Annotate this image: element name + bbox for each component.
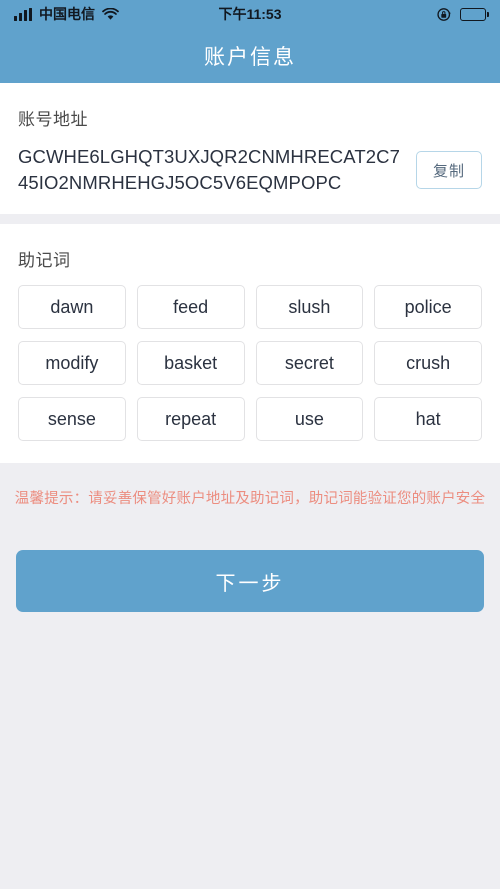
navigation-bar: 账户信息 xyxy=(0,28,500,83)
rotation-lock-icon xyxy=(437,7,452,22)
mnemonic-word-chip[interactable]: slush xyxy=(255,285,364,329)
mnemonic-word-chip[interactable]: hat xyxy=(374,397,482,441)
mnemonic-word-chip[interactable]: police xyxy=(374,285,482,329)
account-address-row: GCWHE6LGHQT3UXJQR2CNMHRECAT2C745IO2NMRHE… xyxy=(18,144,482,214)
page-title: 账户信息 xyxy=(204,45,296,69)
signal-bars-icon xyxy=(14,7,32,21)
mnemonic-word-chip[interactable]: use xyxy=(255,397,364,441)
mnemonic-word-chip[interactable]: basket xyxy=(136,341,245,385)
account-address-card: 账号地址 GCWHE6LGHQT3UXJQR2CNMHRECAT2C745IO2… xyxy=(0,83,500,214)
battery-icon xyxy=(460,7,489,21)
account-address-value[interactable]: GCWHE6LGHQT3UXJQR2CNMHRECAT2C745IO2NMRHE… xyxy=(18,144,404,196)
mnemonic-word-chip[interactable]: crush xyxy=(374,341,482,385)
mnemonic-word-chip[interactable]: dawn xyxy=(18,285,126,329)
next-step-button[interactable]: 下一步 xyxy=(16,550,484,612)
bottom-spacer xyxy=(0,612,500,889)
mnemonic-word-chip[interactable]: feed xyxy=(136,285,245,329)
mnemonic-word-chip[interactable]: secret xyxy=(255,341,364,385)
clock-label: 下午11:53 xyxy=(218,6,282,22)
status-bar-right xyxy=(437,7,489,22)
footer-actions: 下一步 xyxy=(0,512,500,612)
mnemonic-card: 助记词 dawn feed slush police modify basket… xyxy=(0,224,500,463)
warning-text: 温馨提示：请妥善保管好账户地址及助记词，助记词能验证您的账户安全 xyxy=(14,491,486,507)
account-info-screen: 中国电信 下午11:53 账户信息 账号地址 GCWHE6LGHQT3UXJQR… xyxy=(0,0,500,889)
card-divider xyxy=(0,214,500,224)
wifi-icon xyxy=(102,7,119,21)
carrier-label: 中国电信 xyxy=(39,6,95,22)
status-bar: 中国电信 下午11:53 xyxy=(0,0,500,28)
mnemonic-word-chip[interactable]: sense xyxy=(18,397,126,441)
mnemonic-word-chip[interactable]: modify xyxy=(18,341,126,385)
copy-button[interactable]: 复制 xyxy=(416,151,482,189)
mnemonic-word-chip[interactable]: repeat xyxy=(136,397,245,441)
mnemonic-label: 助记词 xyxy=(18,251,71,270)
status-bar-left: 中国电信 xyxy=(14,4,119,24)
mnemonic-word-grid: dawn feed slush police modify basket sec… xyxy=(18,285,482,463)
account-address-label: 账号地址 xyxy=(18,110,88,129)
